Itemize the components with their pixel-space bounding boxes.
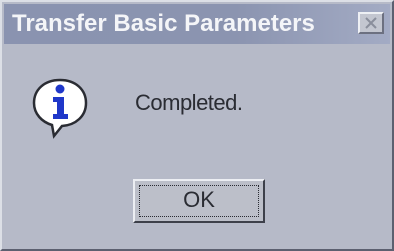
ok-button-label: OK — [183, 187, 215, 212]
message-text: Completed. — [135, 90, 243, 115]
message-dialog: Transfer Basic Parameters Completed. OK — [0, 0, 394, 251]
info-icon — [30, 76, 94, 145]
title-bar[interactable]: Transfer Basic Parameters — [4, 4, 390, 44]
dialog-title: Transfer Basic Parameters — [12, 10, 315, 37]
close-button[interactable] — [358, 12, 384, 34]
ok-button[interactable]: OK — [133, 179, 265, 223]
close-icon — [365, 17, 377, 29]
